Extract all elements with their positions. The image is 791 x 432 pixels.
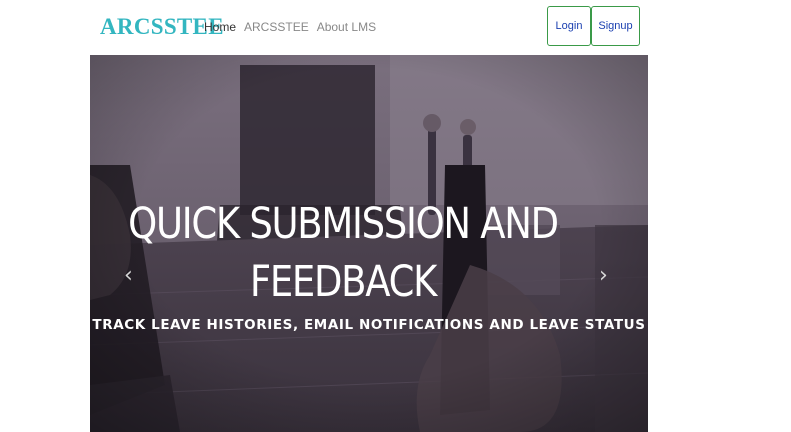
signup-button[interactable]: Signup <box>591 6 640 46</box>
nav-link-about-lms[interactable]: About LMS <box>317 20 376 34</box>
slide-title-line-2: FEEDBACK <box>249 257 438 307</box>
hero-carousel: QUICK SUBMISSION AND FEEDBACK TRACK LEAV… <box>90 55 648 432</box>
login-button[interactable]: Login <box>547 6 591 46</box>
chevron-right-icon[interactable]: › <box>599 265 608 287</box>
chevron-left-icon[interactable]: ‹ <box>124 265 133 287</box>
nav-links: Home ARCSSTEE About LMS <box>204 20 376 34</box>
page: ARCSSTEE Home ARCSSTEE About LMS Login S… <box>0 0 791 432</box>
slide-subtitle: TRACK LEAVE HISTORIES, EMAIL NOTIFICATIO… <box>92 317 646 333</box>
slide-title: QUICK SUBMISSION AND FEEDBACK <box>125 195 560 311</box>
navbar: ARCSSTEE Home ARCSSTEE About LMS Login S… <box>90 0 650 55</box>
nav-link-home[interactable]: Home <box>204 20 236 34</box>
nav-link-arcsstee[interactable]: ARCSSTEE <box>244 20 309 34</box>
slide-title-line-1: QUICK SUBMISSION AND <box>128 199 559 249</box>
